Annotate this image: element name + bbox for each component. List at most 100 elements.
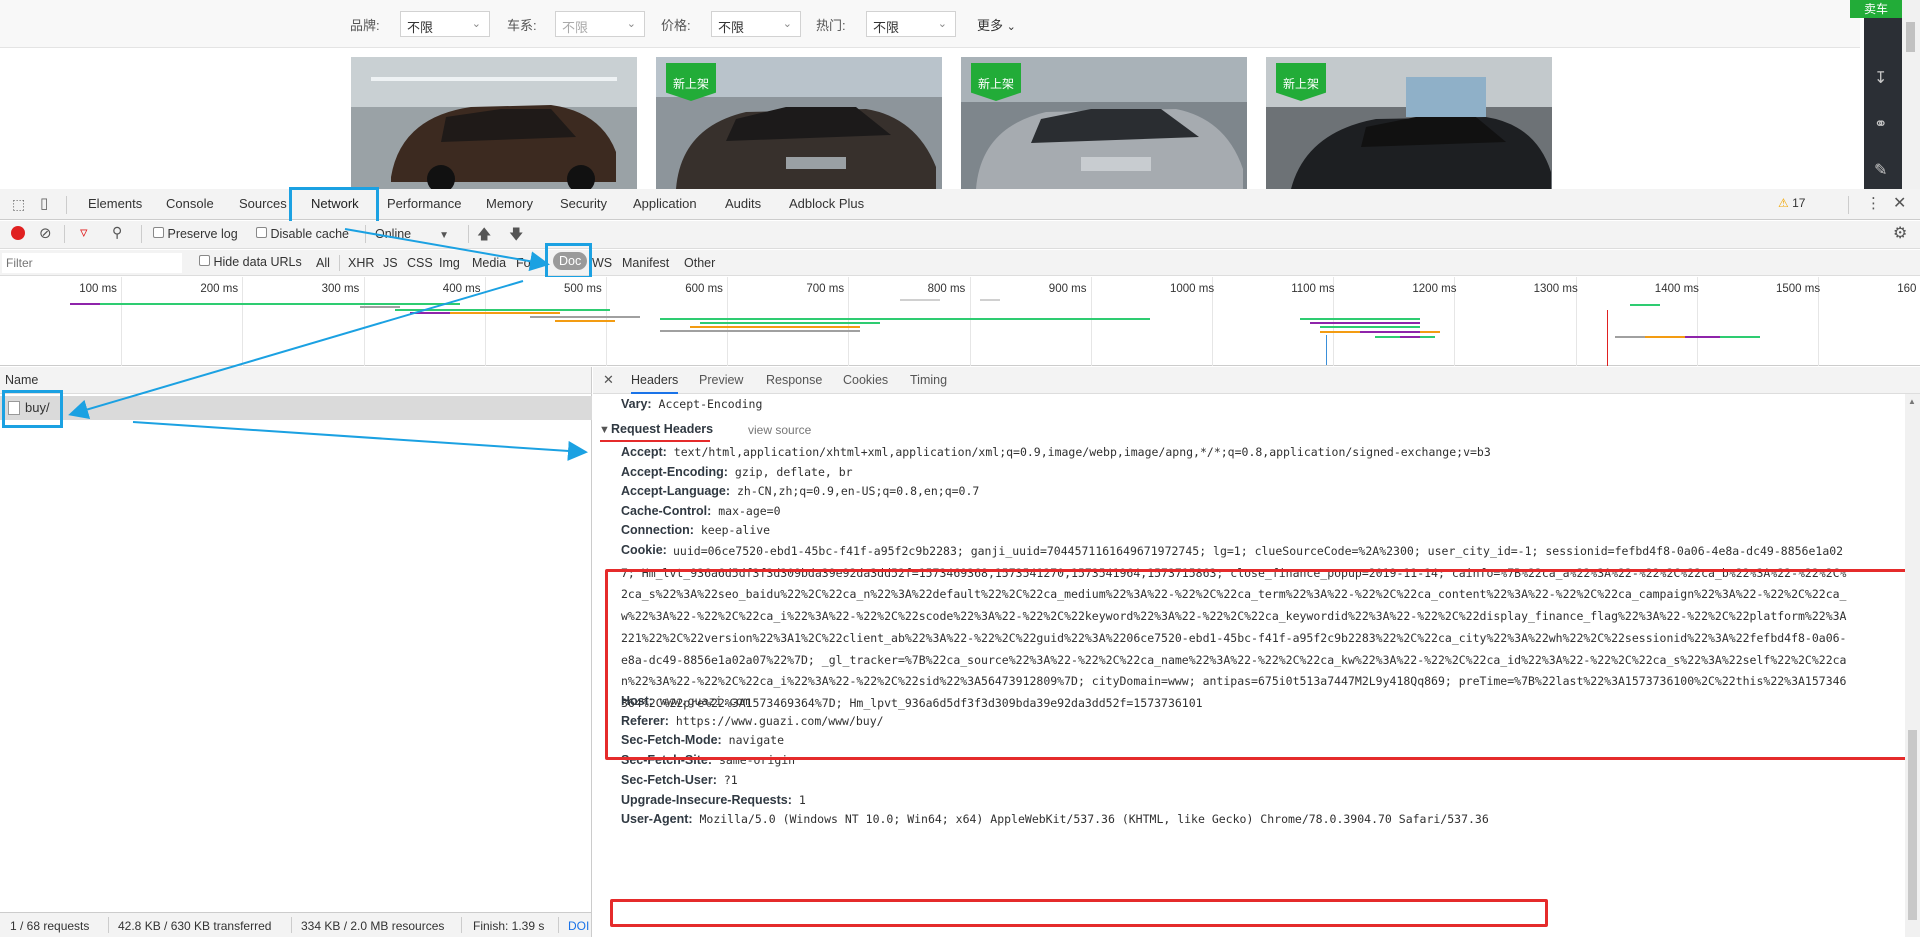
view-source-link[interactable]: view source [748,423,811,437]
request-header-row: Accept-Encoding: gzip, deflate, br [621,465,853,479]
filter-type-js[interactable]: JS [383,256,398,270]
timeline-gridline [1090,277,1092,366]
tab-preview[interactable]: Preview [699,373,743,387]
more-filters-label: 更多 [977,18,1004,33]
divider [291,917,292,933]
cookie-header-key: Cookie: [621,543,667,557]
filter-type-xhr[interactable]: XHR [348,256,374,270]
filter-type-other[interactable]: Other [684,256,715,270]
waterfall-bar [700,322,880,324]
record-icon[interactable] [11,226,25,240]
timeline-tick-label: 1000 ms [1170,283,1215,295]
waterfall-bar [660,330,860,332]
name-column-header[interactable]: Name [0,367,592,394]
close-devtools-icon[interactable]: ✕ [1893,193,1906,213]
timeline-gridline [363,277,365,366]
detail-scrollbar-thumb[interactable] [1908,730,1917,920]
throttle-select[interactable]: Online ▼ [375,227,449,241]
waterfall-bar [1645,336,1685,338]
import-har-icon[interactable]: 🡅 [477,224,491,248]
hide-data-urls-checkbox[interactable]: Hide data URLs [199,255,302,269]
network-filter-input[interactable] [2,253,182,273]
timeline-tick-label: 100 ms [79,283,117,295]
car-card[interactable]: 新上架 [961,57,1247,189]
export-har-icon[interactable]: 🡇 [509,224,523,248]
tab-response[interactable]: Response [766,373,822,387]
divider [558,917,559,933]
timeline-tick-label: 1300 ms [1533,283,1578,295]
series-select[interactable]: 不限 ⌄ [555,11,645,37]
filter-type-all[interactable]: All [316,256,330,270]
timeline-tick-label: 400 ms [442,283,481,295]
filter-type-media[interactable]: Media [472,256,506,270]
waterfall-bar [555,320,615,322]
filter-type-font[interactable]: Font [516,256,541,270]
chevron-down-icon: ▼ [439,230,450,241]
checkbox[interactable] [153,227,164,238]
price-select[interactable]: 不限 ⌄ [711,11,801,37]
tab-security[interactable]: Security [560,196,607,211]
tab-sources[interactable]: Sources [239,196,287,211]
download-icon[interactable]: ↧ [1874,68,1887,88]
warning-indicator[interactable]: ⚠ 17 [1778,196,1805,210]
detail-tab-bar: ✕ Headers Preview Response Cookies Timin… [593,367,1920,394]
header-key: Sec-Fetch-User: [621,772,717,787]
filter-type-css[interactable]: CSS [407,256,433,270]
edit-icon[interactable]: ✎ [1874,160,1887,180]
waterfall-bar [1685,336,1720,338]
wechat-icon[interactable]: ⚭ [1874,114,1887,134]
tab-timing[interactable]: Timing [910,373,947,387]
disable-cache-checkbox[interactable]: Disable cache [256,227,349,241]
warning-count: 17 [1792,196,1806,210]
scroll-up-icon[interactable]: ▲ [1908,397,1916,406]
status-finish: Finish: 1.39 s [473,919,545,933]
header-value: Mozilla/5.0 (Windows NT 10.0; Win64; x64… [699,812,1489,827]
filter-icon[interactable]: ▿ [80,223,88,241]
tab-headers[interactable]: Headers [631,373,679,394]
request-header-row: Sec-Fetch-User: ?1 [621,773,738,787]
tab-application[interactable]: Application [633,196,697,211]
hot-select-value: 不限 [873,20,900,35]
request-header-row: Upgrade-Insecure-Requests: 1 [621,793,806,807]
car-card[interactable]: 新上架 [656,57,942,189]
inspect-element-icon[interactable]: ⬚ [12,196,25,213]
tab-audits[interactable]: Audits [725,196,761,211]
filter-type-ws[interactable]: WS [592,256,612,270]
tab-console[interactable]: Console [166,196,214,211]
settings-gear-icon[interactable]: ⚙ [1893,223,1907,243]
preserve-log-checkbox[interactable]: Preserve log [153,227,238,241]
tab-cookies[interactable]: Cookies [843,373,888,387]
tab-elements[interactable]: Elements [88,196,142,211]
request-headers-title[interactable]: Request Headers [611,422,713,436]
tab-performance[interactable]: Performance [387,196,461,211]
device-toolbar-icon[interactable]: ▯ [40,194,48,212]
hot-select[interactable]: 不限 ⌄ [866,11,956,37]
request-row[interactable]: buy/ [0,396,592,420]
checkbox[interactable] [199,255,210,266]
header-key: Accept: [621,445,667,459]
waterfall-bar [360,306,400,308]
sell-car-button[interactable]: 卖车 [1850,0,1902,18]
timeline-tick-label: 1200 ms [1412,283,1457,295]
tab-memory[interactable]: Memory [486,196,533,211]
timeline-gridline [121,277,123,366]
more-options-icon[interactable]: ⋮ [1866,194,1881,212]
page-scrollbar-thumb[interactable] [1906,22,1915,52]
waterfall-bar [1310,322,1420,324]
close-detail-icon[interactable]: ✕ [603,372,614,388]
clear-icon[interactable]: ⊘ [39,224,52,242]
checkbox[interactable] [256,227,267,238]
car-photo [351,57,637,189]
more-filters-link[interactable]: 更多 ⌄ [977,15,1016,34]
car-card[interactable]: 新上架 [1266,57,1552,189]
filter-type-img[interactable]: Img [439,256,460,270]
collapse-triangle-icon[interactable]: ▼ [599,424,610,436]
header-key: User-Agent: [621,812,693,827]
brand-select[interactable]: 不限 ⌄ [400,11,490,37]
filter-type-manifest[interactable]: Manifest [622,256,669,270]
search-icon[interactable]: ⚲ [112,224,122,241]
car-card[interactable] [351,57,637,189]
tab-adblock-plus[interactable]: Adblock Plus [789,196,864,211]
timeline-tick-label: 900 ms [1048,283,1087,295]
waterfall-bar [1360,331,1420,333]
